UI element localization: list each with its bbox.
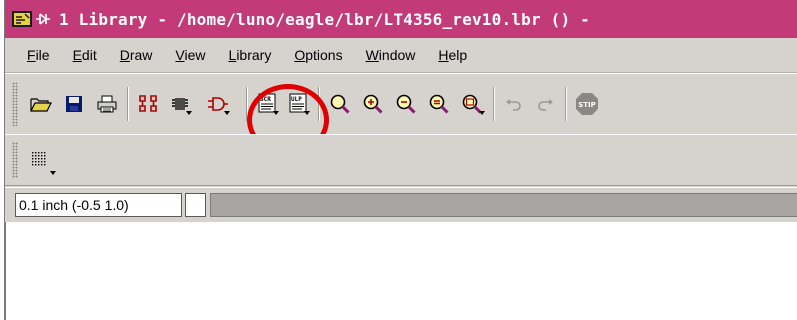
zoom-fit-icon	[329, 93, 351, 115]
script-icon: SCR	[257, 93, 279, 115]
zoom-redraw-button[interactable]	[423, 88, 455, 120]
toolbar-separator	[564, 87, 567, 121]
status-bar: 0.1 inch (-0.5 1.0)	[5, 187, 797, 222]
menu-edit[interactable]: Edit	[73, 47, 97, 63]
toolbar-separator	[245, 87, 248, 121]
print-button[interactable]	[91, 88, 123, 120]
parameter-toggle-box[interactable]	[185, 193, 206, 217]
script-button[interactable]: SCR	[252, 88, 282, 120]
window-title: 1 Library - /home/luno/eagle/lbr/LT4356_…	[59, 9, 590, 29]
menu-help[interactable]: Help	[438, 47, 467, 63]
package-icon	[170, 94, 192, 115]
zoom-out-icon	[395, 93, 417, 115]
zoom-in-icon	[362, 93, 384, 115]
stop-label: STIP	[578, 101, 596, 109]
menu-file[interactable]: File	[27, 47, 50, 63]
device-icon	[138, 94, 160, 114]
zoom-out-button[interactable]	[390, 88, 422, 120]
undo-icon	[505, 97, 523, 111]
symbol-icon	[207, 95, 230, 115]
ulp-icon: ULP	[288, 93, 310, 115]
toolbar-separator	[317, 87, 320, 121]
undo-button[interactable]	[499, 88, 529, 120]
menu-view[interactable]: View	[175, 47, 205, 63]
menu-bar: File Edit Draw View Library Options Wind…	[5, 38, 797, 73]
coordinate-display: 0.1 inch (-0.5 1.0)	[15, 193, 182, 217]
zoom-in-button[interactable]	[357, 88, 389, 120]
grid-icon	[30, 150, 56, 175]
save-icon	[65, 95, 83, 113]
device-button[interactable]	[134, 88, 164, 120]
eagle-library-window: 1 Library - /home/luno/eagle/lbr/LT4356_…	[5, 0, 797, 320]
toolbar-grip[interactable]	[12, 82, 18, 126]
symbol-button[interactable]	[203, 88, 233, 120]
menu-draw[interactable]: Draw	[120, 47, 153, 63]
package-button[interactable]	[165, 88, 195, 120]
drawing-canvas[interactable]	[5, 222, 797, 320]
zoom-redraw-icon	[428, 93, 450, 115]
redo-button[interactable]	[530, 88, 560, 120]
eagle-app-icon[interactable]	[11, 10, 33, 28]
zoom-select-button[interactable]	[456, 88, 488, 120]
zoom-fit-button[interactable]	[324, 88, 356, 120]
toolbar-grip[interactable]	[12, 142, 18, 178]
print-icon	[97, 95, 117, 113]
redo-icon	[536, 97, 554, 111]
window-menu-icon[interactable]	[35, 12, 51, 26]
toolbar-separator	[127, 87, 129, 121]
svg-text:SCR: SCR	[260, 96, 271, 103]
parameter-bar	[210, 193, 797, 217]
zoom-select-icon	[461, 93, 485, 115]
main-toolbar: SCR ULP STIP	[5, 73, 797, 135]
save-button[interactable]	[58, 88, 90, 120]
ulp-button[interactable]: ULP	[283, 88, 313, 120]
stop-button[interactable]: STIP	[571, 88, 603, 120]
menu-window[interactable]: Window	[366, 47, 416, 63]
grid-button[interactable]	[25, 144, 57, 176]
stop-icon: STIP	[575, 92, 599, 116]
secondary-toolbar	[5, 134, 797, 186]
title-bar[interactable]: 1 Library - /home/luno/eagle/lbr/LT4356_…	[5, 0, 797, 38]
menu-library[interactable]: Library	[229, 47, 272, 63]
toolbar-separator	[492, 87, 495, 121]
menu-options[interactable]: Options	[294, 47, 342, 63]
open-button[interactable]	[25, 88, 57, 120]
svg-text:ULP: ULP	[291, 96, 302, 103]
open-icon	[29, 95, 52, 113]
